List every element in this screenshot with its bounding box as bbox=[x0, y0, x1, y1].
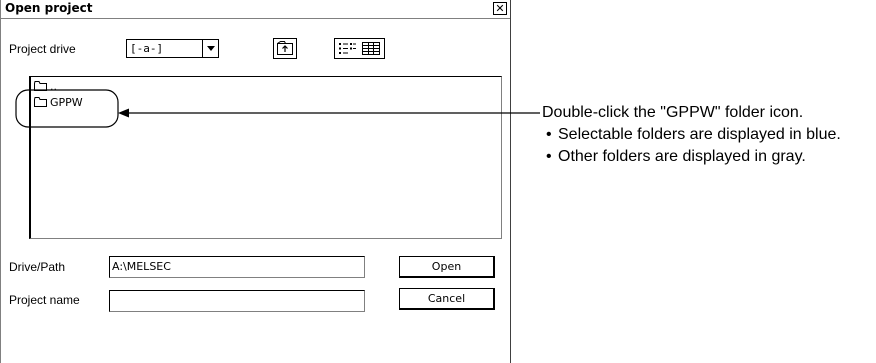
annotation-bullet-other: Other folders are displayed in gray. bbox=[542, 146, 872, 168]
annotation-text: Double-click the "GPPW" folder icon. Sel… bbox=[542, 102, 872, 168]
callout-arrow-icon bbox=[118, 108, 129, 118]
annotation-main: Double-click the "GPPW" folder icon. bbox=[542, 104, 804, 121]
callout-overlay bbox=[15, 89, 540, 128]
highlight-circle bbox=[15, 89, 119, 128]
annotation-bullet-selectable: Selectable folders are displayed in blue… bbox=[542, 124, 872, 146]
